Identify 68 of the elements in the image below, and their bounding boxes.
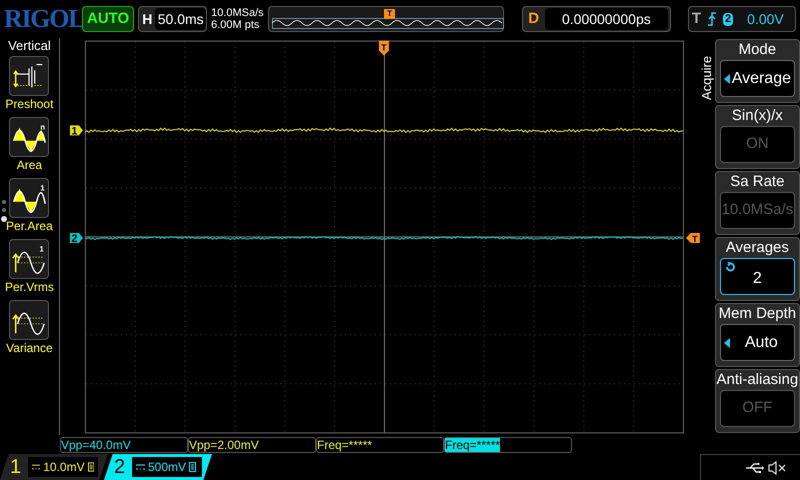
channel-tab[interactable]: 1 10.0mV <box>0 454 108 480</box>
menu-option-label: Sin(x)/x <box>730 106 784 126</box>
measurement-button[interactable] <box>9 300 50 340</box>
horizontal-label: H <box>142 10 152 28</box>
channel-marker[interactable]: 2 <box>70 232 83 245</box>
menu-value-field[interactable]: Auto <box>720 324 795 361</box>
memory-depth: 6.00M pts <box>211 19 260 31</box>
measurement-value: Vpp=2.00mV <box>189 438 259 452</box>
horizontal-scale-panel[interactable]: H 50.0ms <box>138 6 208 32</box>
trigger-level: 0.00V <box>747 10 784 28</box>
sample-rate: 10.0MSa/s <box>211 7 264 19</box>
menu-option[interactable]: Averages 2 <box>714 237 800 301</box>
trigger-label: T <box>692 8 702 29</box>
menu-value: 10.0MSa/s <box>721 200 794 220</box>
menu-option-label: Mem Depth <box>718 304 798 324</box>
trigger-source: 2 <box>723 12 734 26</box>
channel-marker[interactable]: 1 <box>70 125 83 138</box>
menu-value: Auto <box>744 332 779 352</box>
timebase-value: 50.0ms <box>155 8 206 30</box>
menu-value: OFF <box>742 398 772 418</box>
menu-option[interactable]: Anti-aliasing OFF <box>714 369 800 433</box>
channel-scale: 10.0mV <box>43 459 85 476</box>
measurement-label: Variance <box>6 340 53 356</box>
left-arrow-icon <box>724 74 730 84</box>
trigger-panel[interactable]: T 2 0.00V <box>688 6 796 32</box>
menu-title: Vertical <box>8 38 51 54</box>
trigger-position-marker[interactable]: T <box>378 40 389 56</box>
menu-option[interactable]: Mem Depth Auto <box>714 303 800 367</box>
channel-number: 2 <box>114 455 126 480</box>
channel-tab[interactable]: 2 500mV <box>104 454 212 480</box>
menu-value-field[interactable]: 2 <box>720 258 795 295</box>
delay-panel[interactable]: D 0.00000000ps <box>522 6 672 32</box>
left-arrow-icon <box>724 338 730 348</box>
menu-option[interactable]: Sin(x)/x ON <box>714 105 800 169</box>
menu-value-field[interactable]: Average <box>720 60 795 97</box>
channel-number: 1 <box>10 455 22 480</box>
measurement-value: Vpp=40.0mV <box>61 438 131 452</box>
menu-option[interactable]: Mode Average <box>714 39 800 103</box>
menu-value: 2 <box>752 269 762 289</box>
usb-icon <box>746 462 764 472</box>
rising-edge-icon <box>707 12 718 26</box>
measurement-label: Per.Vrms <box>4 279 54 295</box>
menu-option-label: Anti-aliasing <box>716 370 799 390</box>
menu-value: ON <box>746 134 769 154</box>
measurement-label: Per.Area <box>6 218 53 234</box>
delay-label: D <box>527 8 540 29</box>
dc-coupling-icon <box>136 464 145 470</box>
channel-scale: 500mV <box>148 459 186 476</box>
measurement-value: Freq=***** <box>445 438 500 452</box>
measurement-label: Area <box>16 157 42 173</box>
dc-coupling-icon <box>32 464 40 470</box>
bandwidth-limit-icon <box>88 462 94 472</box>
trigger-level-marker[interactable]: T <box>686 233 700 244</box>
menu-option-label: Averages <box>724 238 790 258</box>
measurement-label: Preshoot <box>5 96 54 112</box>
menu-option[interactable]: Sa Rate 10.0MSa/s <box>714 171 800 235</box>
menu-option-label: Mode <box>738 40 778 60</box>
menu-option-label: Sa Rate <box>729 172 786 192</box>
menu-title: Acquire <box>698 54 715 100</box>
trigger-position-marker: T <box>384 9 396 19</box>
measurement-button[interactable] <box>9 56 50 96</box>
delay-value: 0.00000000ps <box>544 8 668 30</box>
rotate-knob-icon <box>724 262 735 272</box>
menu-value: Average <box>732 68 791 88</box>
measurement-value: Freq=***** <box>317 438 372 452</box>
mute-icon[interactable] <box>768 460 786 474</box>
run-status[interactable]: AUTO <box>82 6 134 32</box>
bandwidth-limit-icon <box>189 462 196 472</box>
